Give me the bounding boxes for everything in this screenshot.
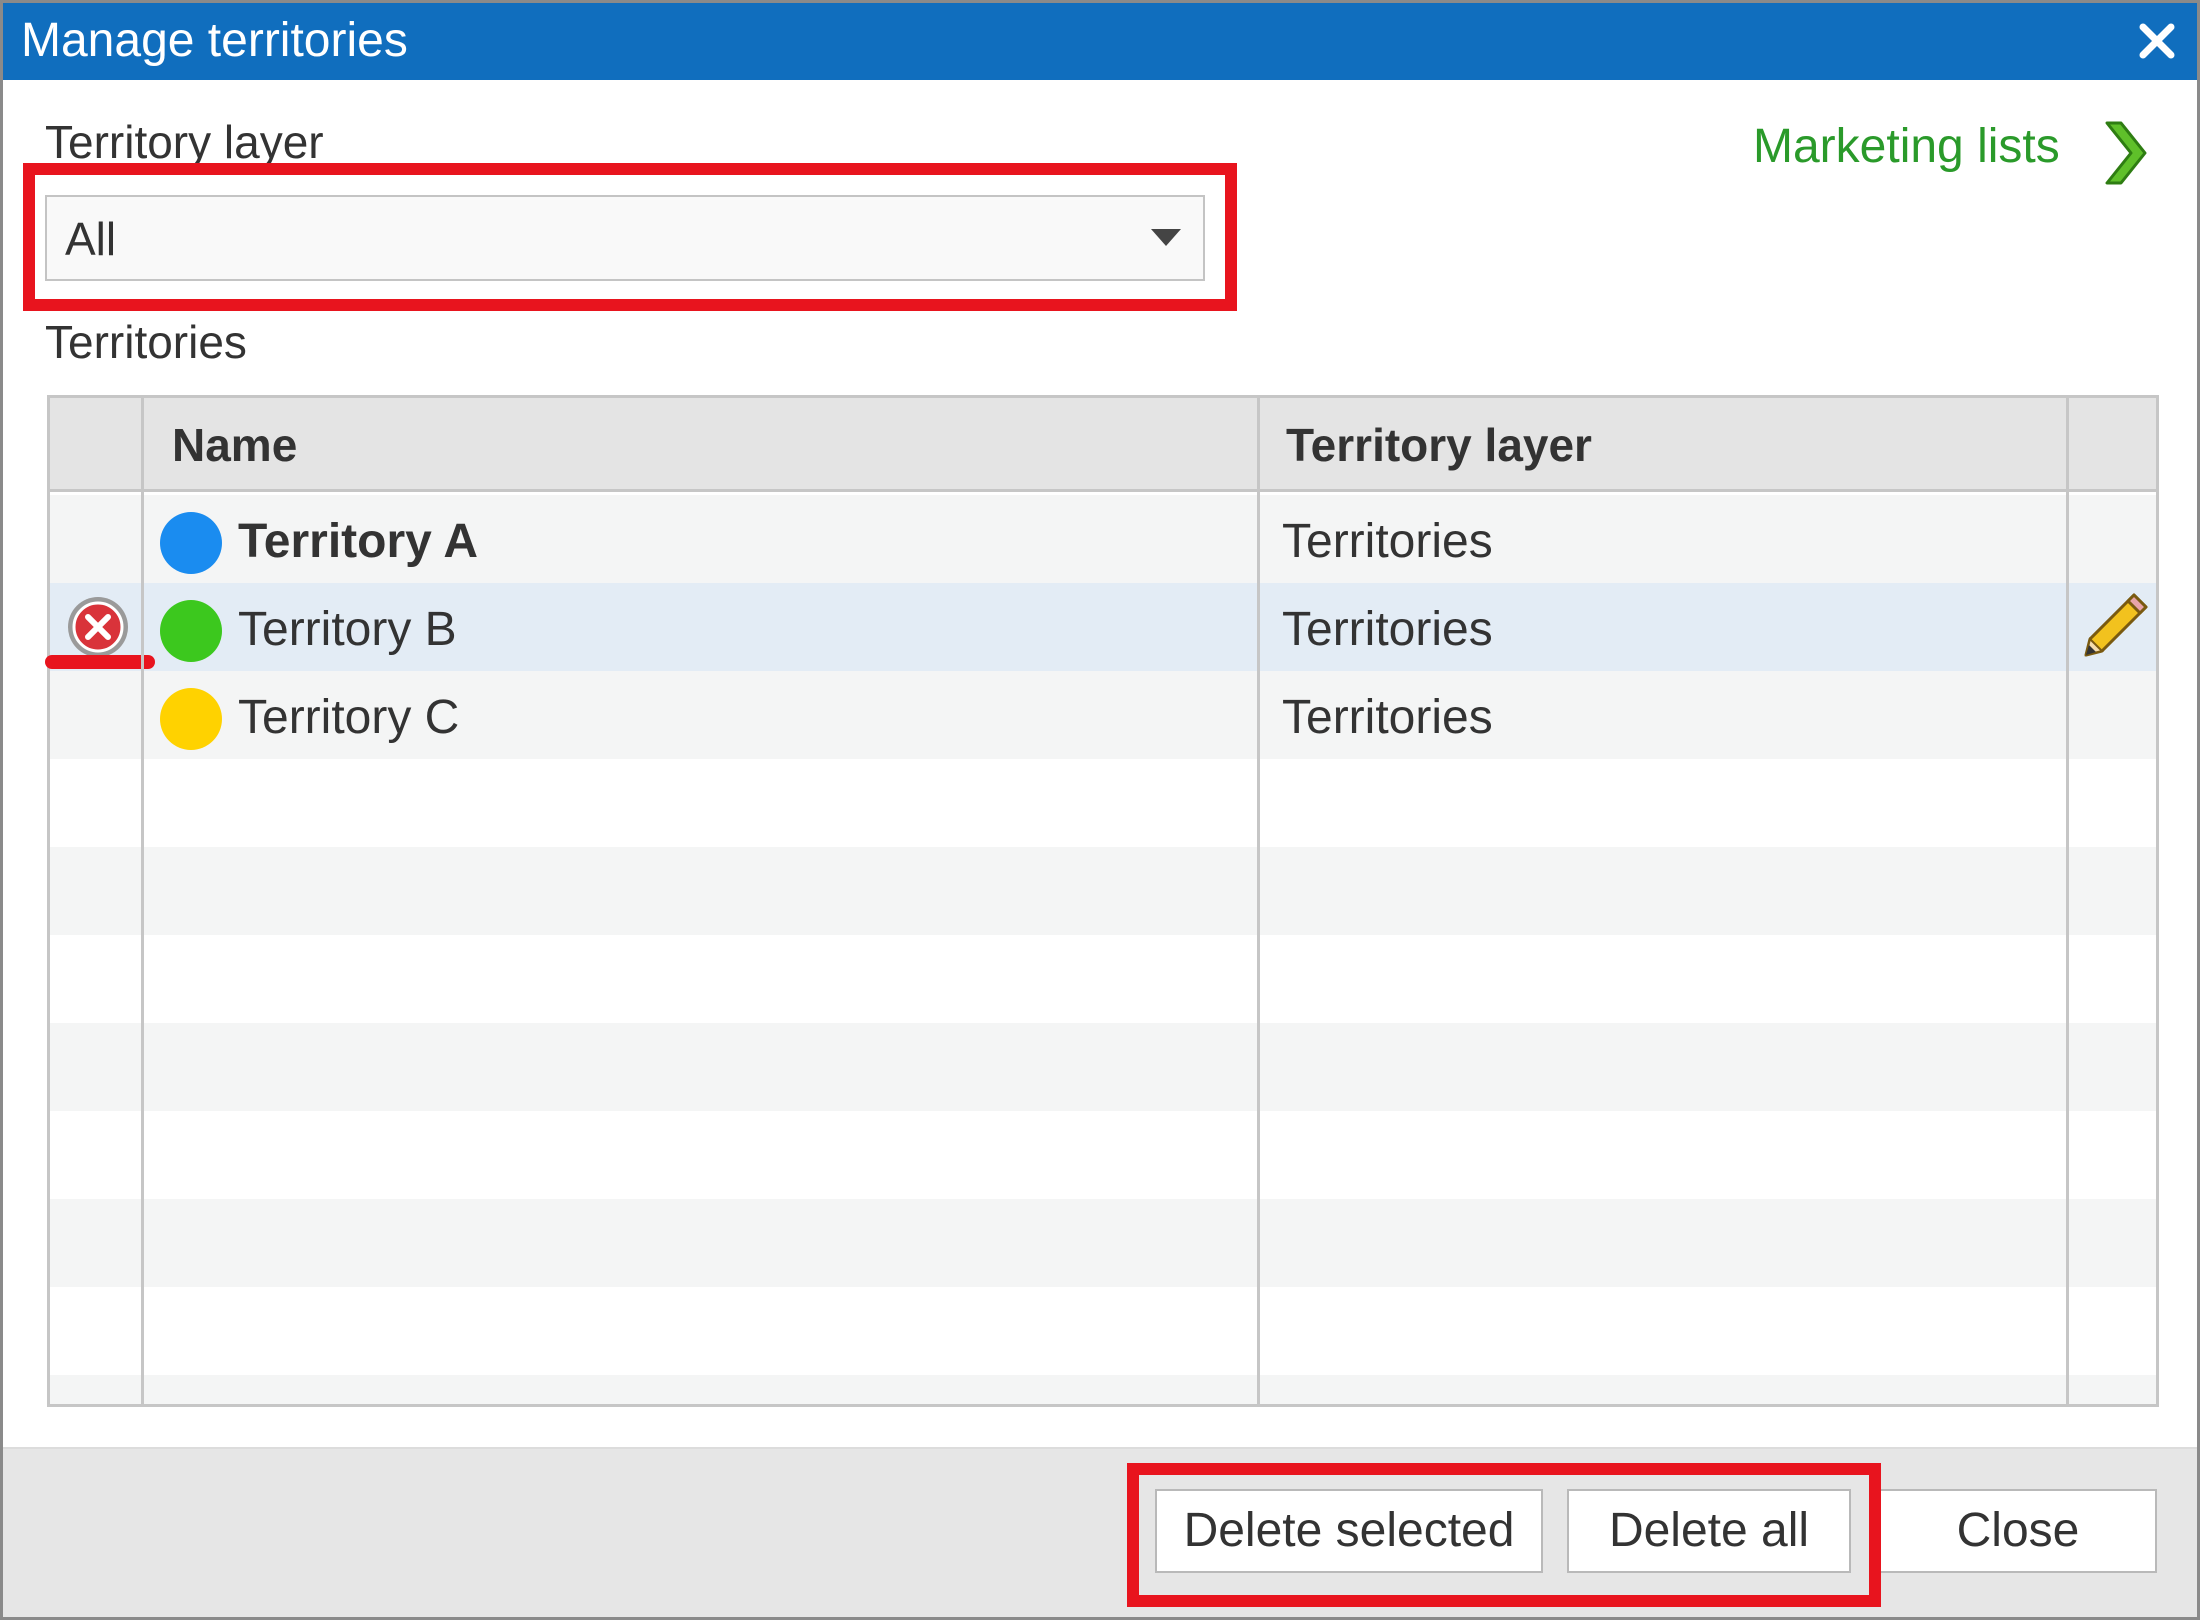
- table-row[interactable]: Territory B Territories: [50, 583, 2156, 671]
- dialog-title: Manage territories: [21, 14, 408, 67]
- territory-layer-selected-value: All: [65, 213, 117, 265]
- column-divider: [2066, 398, 2069, 1404]
- close-x-icon[interactable]: [2131, 15, 2183, 67]
- grid-header: Name Territory layer: [50, 398, 2156, 492]
- territory-layer-value: Territories: [1282, 515, 1493, 568]
- grid-rows: Territory A Territories Territory B Terr…: [50, 495, 2156, 1404]
- pencil-icon[interactable]: [2078, 589, 2152, 663]
- empty-row: [50, 1375, 2156, 1404]
- delete-x-circle-icon[interactable]: [64, 593, 132, 661]
- empty-row: [50, 1287, 2156, 1375]
- green-chevron-right-icon[interactable]: [2097, 117, 2153, 189]
- table-row[interactable]: Territory A Territories: [50, 495, 2156, 583]
- dialog-titlebar: Manage territories: [3, 3, 2197, 80]
- column-divider: [141, 398, 144, 1404]
- empty-row: [50, 1199, 2156, 1287]
- territory-color-dot: [160, 600, 222, 662]
- dialog-footer: [3, 1447, 2197, 1617]
- empty-row: [50, 1023, 2156, 1111]
- empty-row: [50, 935, 2156, 1023]
- marketing-lists-link[interactable]: Marketing lists: [1753, 119, 2060, 175]
- column-header-territory-layer[interactable]: Territory layer: [1286, 398, 1592, 492]
- column-header-name[interactable]: Name: [172, 398, 297, 492]
- territory-layer-value: Territories: [1282, 603, 1493, 656]
- dropdown-arrow-icon[interactable]: [1151, 229, 1181, 246]
- delete-selected-button[interactable]: Delete selected: [1155, 1489, 1543, 1573]
- territory-layer-value: Territories: [1282, 691, 1493, 744]
- territory-name: Territory A: [238, 515, 479, 568]
- table-row[interactable]: Territory C Territories: [50, 671, 2156, 759]
- manage-territories-dialog: Manage territories Territory layer All M…: [0, 0, 2200, 1620]
- territory-name: Territory B: [238, 603, 457, 656]
- territory-layer-label: Territory layer: [45, 116, 324, 168]
- close-button[interactable]: Close: [1879, 1489, 2157, 1573]
- territory-color-dot: [160, 688, 222, 750]
- territory-layer-select[interactable]: All: [45, 195, 1205, 281]
- territory-name: Territory C: [238, 691, 460, 744]
- territory-color-dot: [160, 512, 222, 574]
- territories-label: Territories: [45, 316, 247, 368]
- column-divider: [1257, 398, 1260, 1404]
- delete-all-button[interactable]: Delete all: [1567, 1489, 1851, 1573]
- empty-row: [50, 847, 2156, 935]
- empty-row: [50, 759, 2156, 847]
- territories-grid: Name Territory layer Territory A Territo…: [47, 395, 2159, 1407]
- empty-row: [50, 1111, 2156, 1199]
